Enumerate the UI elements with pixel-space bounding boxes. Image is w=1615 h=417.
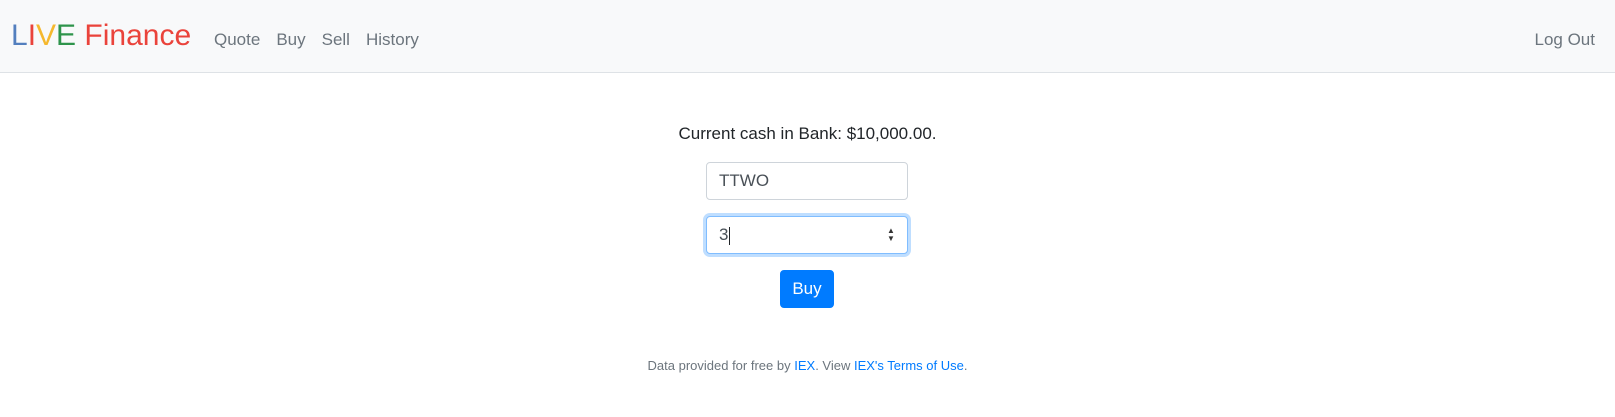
shares-input-value: 3: [719, 225, 729, 244]
brand-logo-link[interactable]: LIVE Finance: [11, 17, 191, 55]
symbol-input[interactable]: TTWO: [706, 162, 908, 200]
brand-letter-l: L: [11, 19, 28, 52]
nav-link-quote[interactable]: Quote: [214, 28, 260, 52]
iex-link[interactable]: IEX: [794, 358, 815, 373]
footer-middle: . View: [815, 358, 854, 373]
brand-letter-v: V: [36, 19, 57, 52]
navbar: LIVE Finance Quote Buy Sell History Log …: [0, 0, 1615, 73]
shares-input[interactable]: 3 ▲ ▼: [706, 216, 908, 254]
brand-word-finance: Finance: [84, 19, 192, 52]
brand-letter-i: I: [27, 19, 37, 52]
text-cursor: [729, 226, 731, 245]
nav-link-buy[interactable]: Buy: [276, 28, 305, 52]
footer-suffix: .: [963, 358, 968, 373]
buy-button[interactable]: Buy: [780, 270, 834, 308]
logout-link[interactable]: Log Out: [1535, 28, 1596, 52]
symbol-input-value: TTWO: [719, 171, 770, 190]
footer: Data provided for free by IEX. View IEX'…: [0, 357, 1615, 375]
nav-link-history[interactable]: History: [366, 28, 419, 52]
nav-link-sell[interactable]: Sell: [322, 28, 350, 52]
cash-balance-text: Current cash in Bank: $10,000.00.: [678, 124, 937, 143]
iex-terms-link[interactable]: IEX's Terms of Use: [854, 358, 964, 373]
footer-prefix: Data provided for free by: [647, 358, 795, 373]
brand-letter-e: E: [56, 19, 77, 52]
number-spinner[interactable]: ▲ ▼: [885, 226, 897, 244]
spinner-down-icon[interactable]: ▼: [887, 235, 895, 243]
nav-links: Quote Buy Sell History: [214, 28, 435, 52]
